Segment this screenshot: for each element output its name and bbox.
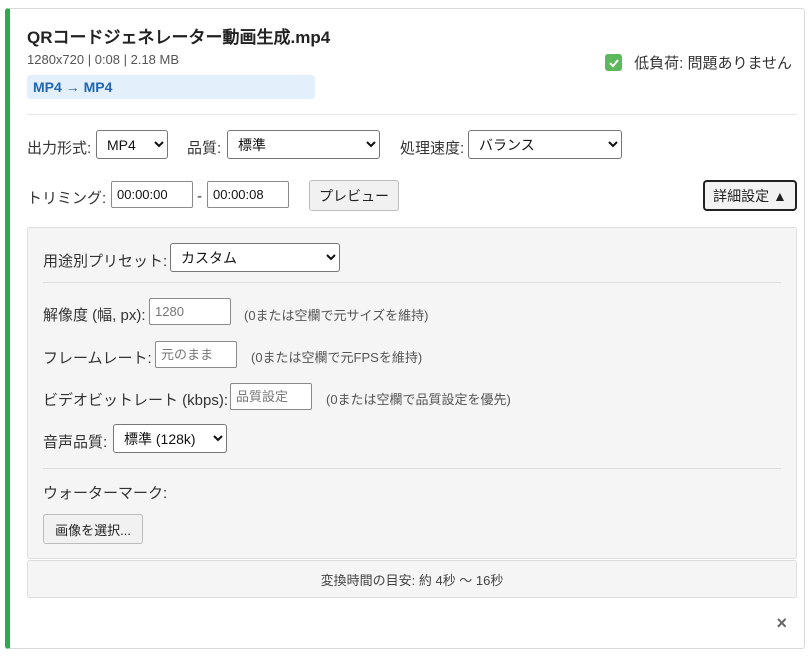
file-title: QRコードジェネレーター動画生成.mp4 — [27, 28, 331, 47]
advanced-settings-button[interactable]: 詳細設定 ▲ — [703, 180, 797, 211]
bitrate-input[interactable]: 品質設定 — [230, 383, 312, 410]
quality-select[interactable]: 標準 — [227, 130, 380, 159]
framerate-input[interactable]: 元のまま — [155, 341, 237, 368]
resolution-label: 解像度 (幅, px): — [43, 307, 146, 324]
speed-label: 処理速度: — [400, 140, 465, 157]
conversion-badge: MP4 → MP4 — [27, 75, 315, 99]
framerate-hint: (0または空欄で元FPSを維持) — [251, 350, 423, 365]
bitrate-hint: (0または空欄で品質設定を優先) — [326, 392, 511, 407]
resolution-input[interactable]: 1280 — [149, 298, 231, 325]
trim-label: トリミング: — [27, 190, 107, 207]
speed-select[interactable]: バランス — [468, 130, 622, 159]
divider — [43, 282, 781, 283]
load-status: 低負荷: 問題ありません — [605, 52, 792, 73]
divider — [27, 114, 797, 115]
close-icon[interactable]: × — [776, 613, 787, 634]
file-meta: 1280x720 | 0:08 | 2.18 MB — [27, 52, 180, 67]
trim-separator: - — [197, 188, 202, 205]
format-select[interactable]: MP4 — [96, 130, 168, 159]
trim-start-input[interactable]: 00:00:00 — [111, 181, 193, 208]
divider — [43, 468, 781, 469]
advanced-panel: 用途別プリセット: カスタム 解像度 (幅, px): 1280 (0または空欄… — [27, 227, 797, 559]
quality-label: 品質: — [187, 140, 222, 157]
check-icon — [605, 54, 623, 71]
audio-quality-label: 音声品質: — [43, 434, 108, 451]
watermark-label: ウォーターマーク: — [43, 485, 168, 502]
select-image-button[interactable]: 画像を選択... — [43, 514, 143, 544]
resolution-hint: (0または空欄で元サイズを維持) — [244, 308, 429, 323]
preset-select[interactable]: カスタム — [170, 243, 340, 272]
conversion-estimate: 変換時間の目安: 約 4秒 〜 16秒 — [27, 560, 797, 598]
preview-button[interactable]: プレビュー — [309, 180, 399, 211]
framerate-label: フレームレート: — [43, 350, 152, 367]
file-card: QRコードジェネレーター動画生成.mp4 1280x720 | 0:08 | 2… — [5, 8, 805, 649]
trim-end-input[interactable]: 00:00:08 — [207, 181, 289, 208]
load-status-label: 低負荷: 問題ありません — [634, 55, 792, 72]
audio-quality-select[interactable]: 標準 (128k) — [113, 424, 227, 453]
format-label: 出力形式: — [27, 140, 92, 157]
bitrate-label: ビデオビットレート (kbps): — [43, 392, 229, 409]
preset-label: 用途別プリセット: — [43, 253, 168, 270]
